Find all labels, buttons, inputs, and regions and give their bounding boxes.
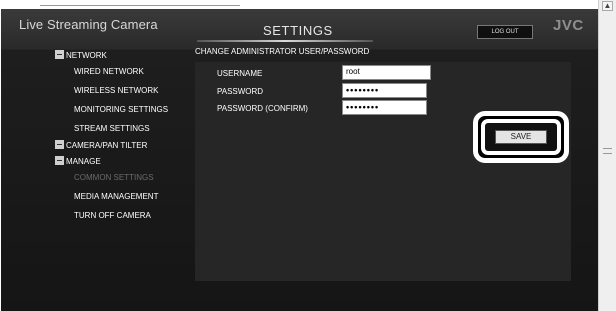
scrollbar-grip[interactable] xyxy=(603,148,612,154)
header: Live Streaming Camera SETTINGS LOG OUT J… xyxy=(1,9,598,42)
browser-top-strip xyxy=(0,0,600,9)
sidebar-section-camera-pan-tilter[interactable]: CAMERA/PAN TILTER xyxy=(55,140,147,150)
sidebar-section-network[interactable]: NETWORK xyxy=(55,50,107,60)
save-button[interactable]: SAVE xyxy=(495,130,547,144)
password-confirm-field[interactable]: •••••••• xyxy=(342,100,427,115)
password-label: PASSWORD xyxy=(217,87,264,96)
username-label: USERNAME xyxy=(217,69,263,78)
scroll-up-icon[interactable]: ▲ xyxy=(602,1,613,11)
collapse-icon[interactable] xyxy=(55,156,64,165)
collapse-icon[interactable] xyxy=(55,50,64,59)
section-label: NETWORK xyxy=(66,51,107,60)
sidebar-item-wireless-network[interactable]: WIRELESS NETWORK xyxy=(74,86,158,95)
browser-window: Live Streaming Camera SETTINGS LOG OUT J… xyxy=(0,0,616,311)
title-underline xyxy=(197,40,373,42)
sidebar-item-stream-settings[interactable]: STREAM SETTINGS xyxy=(74,124,150,133)
app-title: Live Streaming Camera xyxy=(19,17,158,32)
section-label: CAMERA/PAN TILTER xyxy=(66,141,148,150)
sidebar-item-monitoring-settings[interactable]: MONITORING SETTINGS xyxy=(74,105,168,114)
password-confirm-label: PASSWORD (CONFIRM) xyxy=(217,104,308,113)
collapse-icon[interactable] xyxy=(55,140,64,149)
password-field[interactable]: •••••••• xyxy=(342,83,427,98)
form-title: CHANGE ADMINISTRATOR USER/PASSWORD xyxy=(195,47,370,56)
logout-button[interactable]: LOG OUT xyxy=(477,25,533,39)
sidebar-section-manage[interactable]: MANAGE xyxy=(55,156,101,166)
page-title: SETTINGS xyxy=(263,23,333,38)
sidebar-item-media-management[interactable]: MEDIA MANAGEMENT xyxy=(74,192,158,201)
settings-app: Live Streaming Camera SETTINGS LOG OUT J… xyxy=(1,9,598,311)
section-label: MANAGE xyxy=(66,157,101,166)
jvc-logo: JVC xyxy=(553,17,584,34)
sidebar-item-wired-network[interactable]: WIRED NETWORK xyxy=(74,67,144,76)
username-field[interactable]: root xyxy=(342,65,431,80)
sidebar-item-common-settings: COMMON SETTINGS xyxy=(74,173,154,182)
sidebar-item-turn-off-camera[interactable]: TURN OFF CAMERA xyxy=(74,211,151,220)
scrollbar[interactable]: ▲ xyxy=(598,0,616,311)
divider xyxy=(40,5,240,6)
